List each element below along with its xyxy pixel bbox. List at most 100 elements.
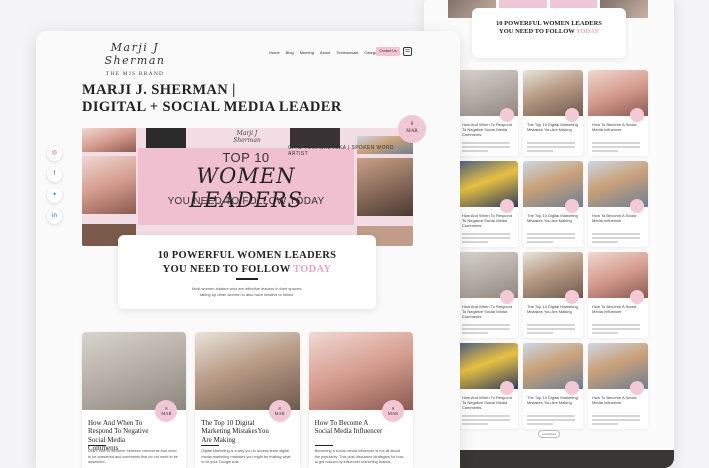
back-headline-line1: 10 POWERFUL WOMEN LEADERS bbox=[496, 20, 602, 27]
back-post-card[interactable]: The Top 10 Digital Marketing Mistakes Yo… bbox=[523, 161, 583, 247]
instagram-icon[interactable]: ◎ bbox=[47, 146, 62, 161]
headline-pink-word: TODAY bbox=[293, 263, 332, 275]
post-thumbnail[interactable] bbox=[82, 332, 187, 410]
back-post-card[interactable]: How To Become A Social Media Influencer bbox=[588, 343, 648, 429]
post-card[interactable]: 8 MAR The Top 10 Digital Marketing Mista… bbox=[195, 332, 300, 468]
date-badge bbox=[630, 381, 644, 395]
hero-date-month: MAR bbox=[406, 128, 418, 134]
date-badge bbox=[630, 199, 644, 213]
date-badge: 8 MAR bbox=[155, 400, 178, 422]
nav-item-blog[interactable]: Blog bbox=[286, 50, 294, 55]
title-divider bbox=[314, 445, 333, 446]
date-badge: 8 MAR bbox=[268, 400, 291, 422]
date-badge: 8 MAR bbox=[381, 400, 404, 422]
date-badge bbox=[500, 199, 514, 213]
hero-photo bbox=[82, 156, 136, 214]
back-post-title[interactable]: How To Become A Social Media Influencer bbox=[592, 304, 644, 314]
date-badge bbox=[565, 108, 579, 122]
date-month: MAR bbox=[274, 411, 285, 417]
headline-line2: YOU NEED TO FOLLOW bbox=[162, 263, 291, 275]
post-title[interactable]: How To Become A Social Media Influencer bbox=[315, 419, 383, 436]
back-post-title[interactable]: How To Become A Social Media Influencer bbox=[592, 122, 644, 132]
back-post-card[interactable]: How And When To Respond To Negative Soci… bbox=[458, 70, 518, 156]
hamburger-menu-icon[interactable]: ☰ bbox=[403, 47, 412, 56]
date-month: MAR bbox=[161, 411, 172, 417]
post-excerpt: Becoming a social media influencer is no… bbox=[314, 449, 404, 465]
date-badge bbox=[630, 290, 644, 304]
back-post-title[interactable]: The Top 10 Digital Marketing Mistakes Yo… bbox=[527, 304, 579, 314]
hero-bottom-line: YOU NEED TO FOLLOW TODAY bbox=[167, 196, 325, 207]
date-badge bbox=[500, 108, 514, 122]
back-headline-box: 10 POWERFUL WOMEN LEADERS YOU NEED TO FO… bbox=[472, 8, 626, 58]
back-post-card[interactable]: How To Become A Social Media Influencer bbox=[588, 161, 648, 247]
headline-number: 10 bbox=[157, 250, 169, 261]
back-post-card[interactable]: How And When To Respond To Negative Soci… bbox=[458, 252, 518, 338]
date-badge bbox=[500, 381, 514, 395]
headline-line1: POWERFUL WOMEN LEADERS bbox=[171, 250, 337, 261]
post-thumbnail[interactable] bbox=[195, 332, 300, 410]
nav-item-home[interactable]: Home bbox=[269, 50, 280, 55]
date-day: 8 bbox=[278, 406, 281, 411]
back-post-title[interactable]: How And When To Respond To Negative Soci… bbox=[462, 122, 514, 138]
footer-bar bbox=[424, 450, 674, 468]
back-post-grid: How And When To Respond To Negative Soci… bbox=[458, 70, 648, 429]
article-headline: 10 POWERFUL WOMEN LEADERS YOU NEED TO FO… bbox=[118, 249, 376, 276]
hero-photo bbox=[146, 128, 186, 148]
back-post-title[interactable]: The Top 10 Digital Marketing Mistakes Yo… bbox=[527, 395, 579, 405]
title-divider bbox=[88, 445, 106, 446]
back-post-card[interactable]: How To Become A Social Media Influencer bbox=[588, 252, 648, 338]
hero-image: Marji J Sherman OPAL TOMASHEVSKA | SPOKE… bbox=[82, 128, 413, 246]
nav-item-testimonials[interactable]: Testimonials bbox=[336, 50, 358, 55]
secondary-page-preview: 10 POWERFUL WOMEN LEADERS YOU NEED TO FO… bbox=[424, 0, 674, 468]
post-excerpt: Learn how to decipher between comments t… bbox=[88, 449, 178, 465]
post-title[interactable]: How And When To Respond To Negative Soci… bbox=[88, 419, 156, 453]
hero-photo bbox=[357, 158, 413, 216]
title-divider bbox=[201, 445, 220, 446]
post-card[interactable]: 8 MAR How And When To Respond To Negativ… bbox=[82, 332, 187, 468]
post-card[interactable]: 8 MAR How To Become A Social Media Influ… bbox=[308, 332, 413, 468]
contact-us-button[interactable]: Contact Us bbox=[376, 47, 400, 56]
headline-description: Most women leaders who are effective lea… bbox=[191, 285, 303, 297]
post-excerpt: Digital Marketing is a way you to access… bbox=[201, 449, 291, 465]
main-page-window: Marji J Sherman THE MJS BRAND Home Blog … bbox=[36, 31, 460, 468]
nav-item-meeting[interactable]: Meeting bbox=[300, 50, 314, 55]
date-badge bbox=[565, 290, 579, 304]
load-more-button[interactable]: Load More bbox=[538, 430, 560, 438]
hero-top-line: TOP 10 bbox=[222, 150, 270, 165]
nav-item-about[interactable]: About bbox=[320, 50, 330, 55]
back-post-title[interactable]: How And When To Respond To Negative Soci… bbox=[462, 213, 514, 229]
post-thumbnail[interactable] bbox=[308, 332, 413, 410]
back-post-title[interactable]: How And When To Respond To Negative Soci… bbox=[462, 304, 514, 320]
back-post-card[interactable]: The Top 10 Digital Marketing Mistakes Yo… bbox=[523, 70, 583, 156]
page-title: MARJI J. SHERMAN | DIGITAL + SOCIAL MEDI… bbox=[82, 82, 342, 116]
main-nav: Home Blog Meeting About Testimonials Cat… bbox=[269, 50, 384, 55]
back-post-card[interactable]: The Top 10 Digital Marketing Mistakes Yo… bbox=[523, 252, 583, 338]
hero-photo bbox=[82, 128, 136, 152]
facebook-icon[interactable]: f bbox=[47, 167, 62, 182]
back-post-title[interactable]: How To Become A Social Media Influencer bbox=[592, 395, 644, 405]
linkedin-icon[interactable]: in bbox=[47, 209, 62, 224]
back-headline-pink: TODAY bbox=[576, 28, 599, 36]
logo-subtitle: THE MJS BRAND bbox=[105, 71, 165, 77]
back-headline-line2: YOU NEED TO FOLLOW bbox=[499, 28, 575, 36]
back-post-title[interactable]: The Top 10 Digital Marketing Mistakes Yo… bbox=[527, 122, 579, 132]
back-post-card[interactable]: How And When To Respond To Negative Soci… bbox=[458, 161, 518, 247]
headline-divider bbox=[236, 278, 258, 280]
post-cards: 8 MAR How And When To Respond To Negativ… bbox=[82, 332, 413, 468]
date-badge bbox=[565, 199, 579, 213]
back-post-card[interactable]: How And When To Respond To Negative Soci… bbox=[458, 343, 518, 429]
date-month: MAR bbox=[387, 411, 399, 417]
date-day: 8 bbox=[165, 406, 168, 411]
twitter-icon[interactable]: ✦ bbox=[47, 188, 62, 203]
post-title[interactable]: The Top 10 Digital Marketing MistakesYou… bbox=[201, 419, 269, 444]
site-logo[interactable]: Marji J Sherman THE MJS BRAND bbox=[80, 41, 190, 77]
hero-brand-logo: Marji J Sherman bbox=[233, 130, 261, 144]
back-post-title[interactable]: How To Become A Social Media Influencer bbox=[592, 213, 644, 223]
date-badge bbox=[630, 108, 644, 122]
back-post-title[interactable]: How And When To Respond To Negative Soci… bbox=[462, 395, 514, 411]
back-post-card[interactable]: The Top 10 Digital Marketing Mistakes Yo… bbox=[523, 343, 583, 429]
back-post-title[interactable]: The Top 10 Digital Marketing Mistakes Yo… bbox=[527, 213, 579, 223]
date-badge bbox=[565, 381, 579, 395]
date-badge bbox=[500, 290, 514, 304]
back-post-card[interactable]: How To Become A Social Media Influencer bbox=[588, 70, 648, 156]
